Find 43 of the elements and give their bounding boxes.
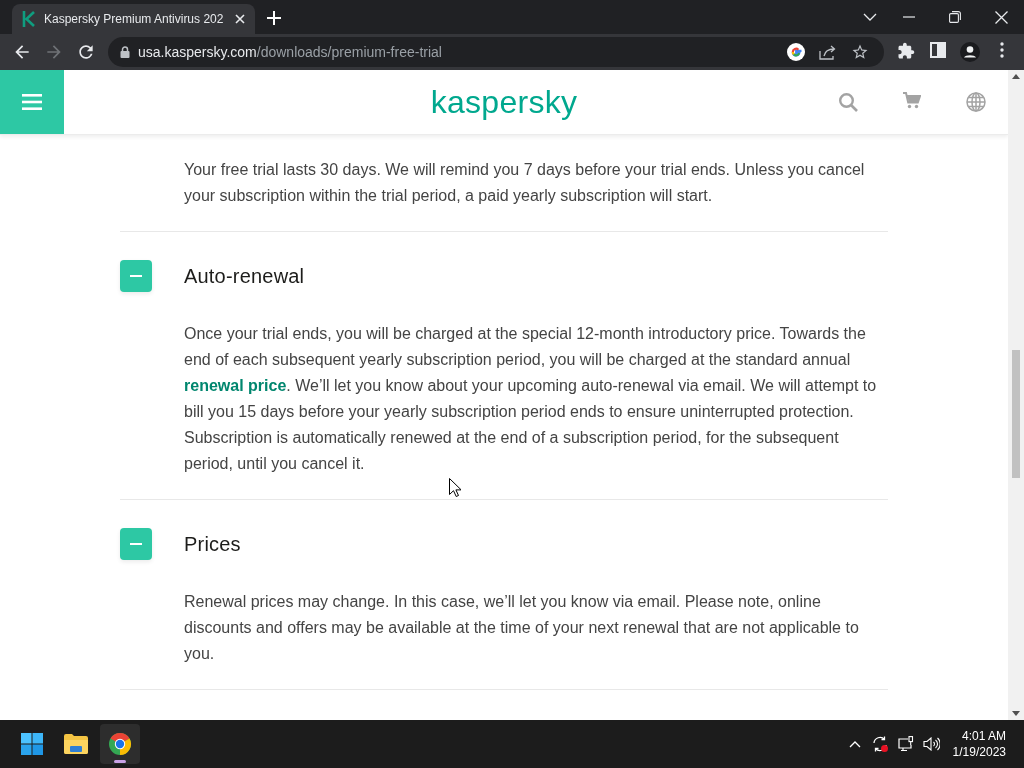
scrollbar-thumb[interactable] [1012,350,1020,478]
sync-alert-icon[interactable] [870,735,889,753]
browser-icon[interactable] [108,732,132,756]
chevron-up-icon[interactable] [848,740,861,748]
taskbar-clock[interactable]: 4:01 AM 1/19/2023 [944,728,1024,760]
scrollbar[interactable] [1008,70,1024,720]
section-heading: Prices [184,532,241,556]
star-icon[interactable] [851,43,869,61]
url-text[interactable]: usa.kaspersky.com/downloads/premium-free-trial [138,44,442,60]
minus-icon [130,543,142,545]
g-logo-icon[interactable] [787,43,805,61]
mouse-pointer-icon [449,478,461,497]
start-menu-icon[interactable] [20,732,44,756]
puzzle-piece-icon[interactable] [897,42,915,60]
taskbar-app-button[interactable] [100,724,140,764]
clock-date: 1/19/2023 [952,744,1006,760]
wired-network-icon[interactable] [897,736,914,752]
minus-icon [130,275,142,277]
profile-icon[interactable] [960,42,980,62]
volume-icon[interactable] [923,737,941,751]
browser-tab[interactable]: Kaspersky Premium Antivirus 202 [12,4,256,34]
inline-link[interactable]: renewal price [184,377,287,394]
folder-icon[interactable] [63,733,89,755]
section-text: Renewal prices may change. In this case, we’ll let you know via email. Please note, online discounts and offers may be available at the time of your next renewal that are not applicable to you. [184,592,860,664]
lock-icon[interactable] [120,46,130,58]
site-favicon-icon [22,11,36,27]
close-window-icon[interactable] [994,10,1008,24]
trial-text: Your free trial lasts 30 days. We will remind you 7 days before your trial ends. Unless you cancel your subscription within the trial period, a paid yearly subscription will start. [184,160,866,206]
section-heading: Auto-renewal [184,264,305,288]
scroll-down-arrow-icon[interactable] [1012,711,1020,716]
share-icon[interactable] [819,44,837,60]
scroll-up-arrow-icon[interactable] [1012,74,1020,79]
side-panel-icon[interactable] [930,42,946,58]
new-tab-icon[interactable] [267,11,282,25]
reload-icon[interactable] [76,42,96,62]
more-menu-icon[interactable] [1000,42,1004,58]
clock-time: 4:01 AM [960,728,1006,744]
section-text: Once your trial ends, you will be charged at the special 12-month introductory price. Towards the end of each subsequent yearly subscription period, you will be charged at the standard annual renewal price. We’ll let you know about your upcoming auto-renewal via email. We will attempt to bill you 15 days before your yearly subscription period ends to ensure uninterrupted protection. Subscription is automatically renewed at the end of a subscription period, for the subsequent period, until you cancel it. [184,324,878,474]
menu-icon [22,93,42,110]
close-tab-icon[interactable] [235,14,246,24]
address-bar[interactable]: usa.kaspersky.com/downloads/premium-free-trial [108,37,884,67]
tab-search-icon[interactable] [863,13,877,21]
restore-icon[interactable] [949,11,961,23]
